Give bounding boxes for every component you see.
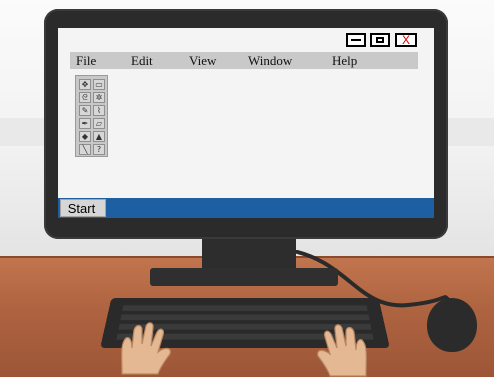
monitor-neck bbox=[202, 238, 296, 272]
mouse bbox=[427, 298, 477, 352]
brush-icon[interactable]: ⌇ bbox=[93, 105, 105, 116]
title-bar: X bbox=[58, 28, 434, 52]
app-window: X File Edit View Window Help ✥ ▭ ᘓ ✲ ✎ ⌇… bbox=[58, 28, 434, 218]
close-button[interactable]: X bbox=[395, 33, 417, 47]
marquee-icon[interactable]: ▭ bbox=[93, 79, 105, 90]
pen-icon[interactable]: ✒ bbox=[79, 118, 91, 129]
fill-icon[interactable]: ◆ bbox=[79, 131, 91, 142]
taskbar: Start bbox=[58, 198, 434, 218]
minimize-button[interactable] bbox=[346, 33, 366, 47]
left-hand bbox=[121, 322, 171, 375]
eraser-icon[interactable]: ▱ bbox=[93, 118, 105, 129]
lasso-icon[interactable]: ᘓ bbox=[79, 92, 91, 103]
menu-help[interactable]: Help bbox=[332, 52, 357, 69]
maximize-icon bbox=[376, 37, 384, 43]
start-button[interactable]: Start bbox=[60, 199, 106, 217]
menu-view[interactable]: View bbox=[189, 52, 216, 69]
minimize-icon bbox=[351, 39, 361, 41]
key-row bbox=[122, 305, 368, 311]
pencil-icon[interactable]: ✎ bbox=[79, 105, 91, 116]
monitor-base bbox=[150, 268, 338, 286]
magic-wand-icon[interactable]: ✲ bbox=[93, 92, 105, 103]
menu-file[interactable]: File bbox=[76, 52, 96, 69]
menu-bar: File Edit View Window Help bbox=[70, 52, 418, 69]
maximize-button[interactable] bbox=[370, 33, 390, 47]
line-icon[interactable]: ╲ bbox=[79, 144, 91, 155]
menu-window[interactable]: Window bbox=[248, 52, 292, 69]
right-hand bbox=[317, 324, 367, 377]
select-icon[interactable]: ✥ bbox=[79, 79, 91, 90]
eyedropper-icon[interactable]: ? bbox=[93, 144, 105, 155]
menu-edit[interactable]: Edit bbox=[131, 52, 153, 69]
text-icon[interactable]: ▲ bbox=[93, 131, 105, 142]
tool-palette: ✥ ▭ ᘓ ✲ ✎ ⌇ ✒ ▱ ◆ ▲ ╲ ? bbox=[75, 75, 108, 157]
